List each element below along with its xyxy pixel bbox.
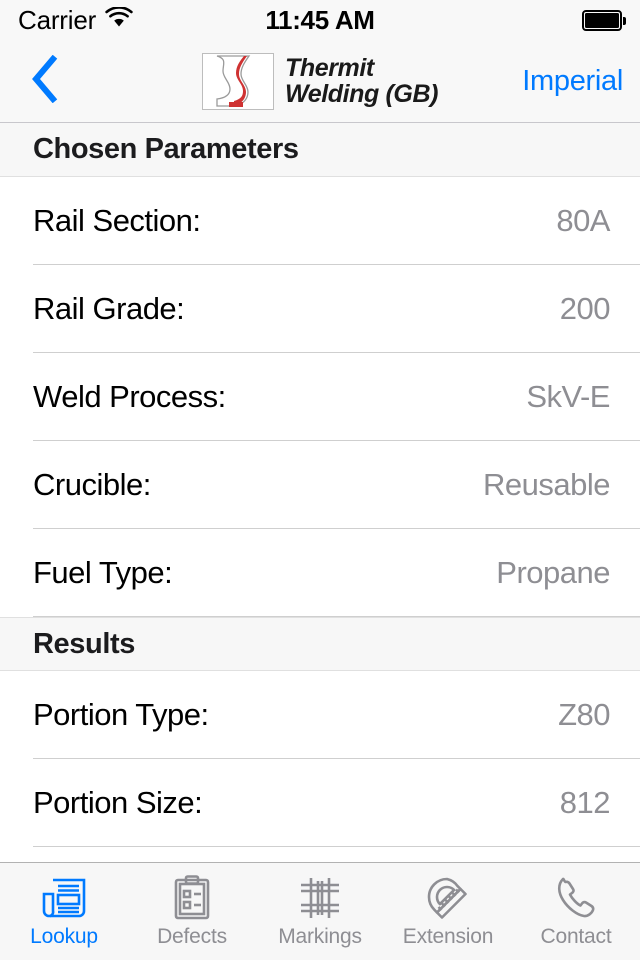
newspaper-icon [39, 872, 89, 924]
table-row[interactable]: Crucible: Reusable [0, 441, 640, 529]
row-value: 80A [556, 203, 610, 238]
status-bar-clock: 11:45 AM [265, 4, 375, 35]
tab-lookup[interactable]: Lookup [0, 863, 128, 960]
row-value: 812 [559, 785, 611, 820]
row-value: Reusable [483, 467, 610, 502]
tab-bar: Lookup Defects Markings Extension Contac… [0, 862, 640, 960]
table-row[interactable]: Fuel Type: Propane [0, 529, 640, 617]
tab-label: Lookup [30, 925, 98, 948]
status-bar-right [582, 0, 626, 40]
tab-label: Extension [402, 925, 494, 948]
row-value: SkV-E [526, 379, 610, 414]
table-row[interactable]: Rail Grade: 200 [0, 265, 640, 353]
tab-label: Markings [278, 925, 362, 948]
tab-defects[interactable]: Defects [128, 863, 256, 960]
thermit-rail-profile-logo [201, 53, 274, 110]
row-label: Fuel Type: [33, 555, 173, 590]
tab-label: Contact [540, 925, 612, 948]
row-label: Portion Size: [33, 785, 203, 820]
brand-line-1: Thermit [284, 53, 374, 82]
row-label: Portion Type: [33, 697, 209, 732]
row-label: Crucible: [33, 467, 151, 502]
row-label: Rail Section: [33, 203, 201, 238]
section-header-results: Results [0, 617, 640, 671]
tab-contact[interactable]: Contact [512, 863, 640, 960]
brand-line-2: Welding (GB) [284, 79, 439, 108]
table-row[interactable]: Weld Process: SkV-E [0, 353, 640, 441]
battery-full-icon [582, 9, 626, 31]
clipboard-checklist-icon [168, 872, 216, 924]
table-row[interactable]: Rail Section: 80A [0, 177, 640, 265]
status-bar: Carrier 11:45 AM [0, 0, 640, 40]
tab-markings[interactable]: Markings [256, 863, 384, 960]
unit-toggle-button[interactable]: Imperial [522, 40, 623, 123]
railroad-track-icon [296, 872, 344, 924]
row-label: Rail Grade: [33, 291, 185, 326]
back-button[interactable] [14, 40, 74, 123]
parameters-table[interactable]: Chosen Parameters Rail Section: 80A Rail… [0, 123, 640, 862]
phone-handset-icon [552, 872, 600, 924]
app-screen: Carrier 11:45 AM Thermit Welding (GB) Im… [0, 0, 640, 960]
brand-name: Thermit Welding (GB) [284, 53, 439, 108]
table-row[interactable]: Portion Type: Z80 [0, 671, 640, 759]
protractor-icon [423, 872, 473, 924]
tab-label: Defects [157, 925, 227, 948]
row-value: 200 [559, 291, 611, 326]
chevron-left-icon [30, 54, 58, 108]
row-label: Weld Process: [33, 379, 226, 414]
section-header-chosen-parameters: Chosen Parameters [0, 123, 640, 177]
table-row-partial [0, 847, 640, 862]
tab-extension[interactable]: Extension [384, 863, 512, 960]
row-value: Z80 [558, 697, 610, 732]
row-value: Propane [496, 555, 610, 590]
table-row[interactable]: Portion Size: 812 [0, 759, 640, 847]
navigation-bar: Thermit Welding (GB) Imperial [0, 40, 640, 123]
